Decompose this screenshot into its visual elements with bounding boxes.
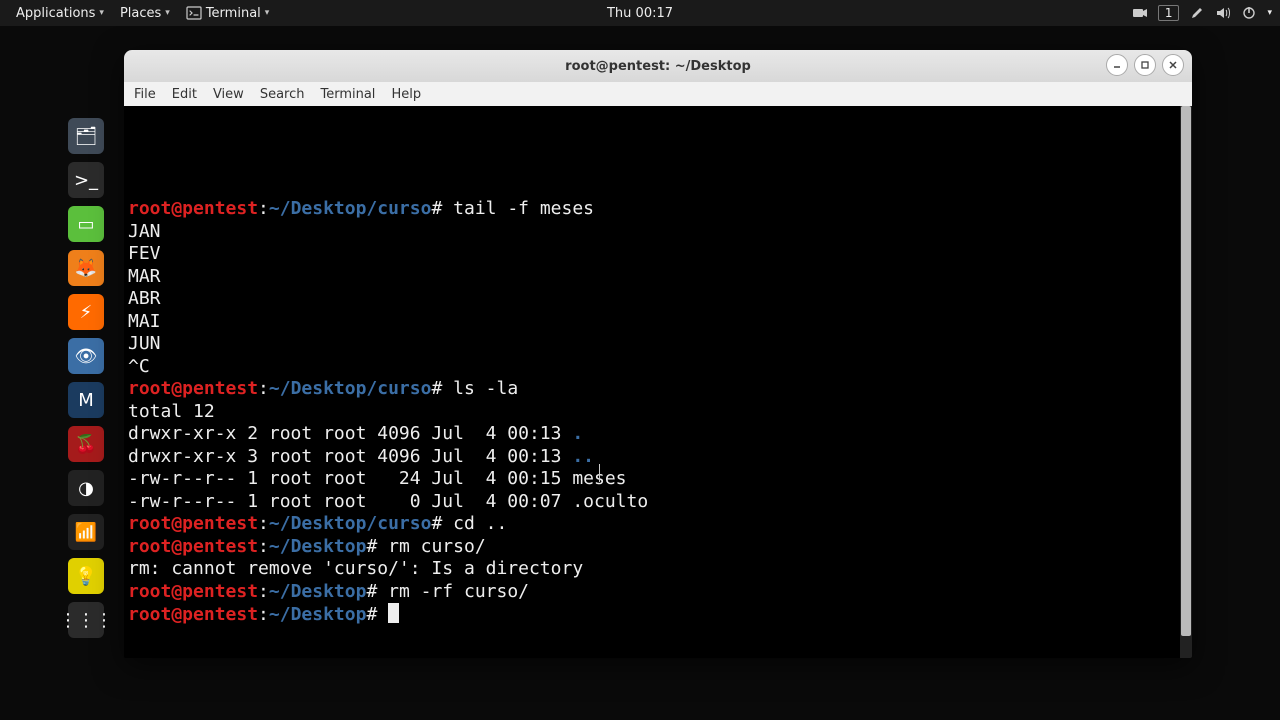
output-line: JAN xyxy=(128,221,1188,244)
chevron-down-icon[interactable]: ▾ xyxy=(1267,8,1272,18)
dock-item-burp[interactable]: ⚡ xyxy=(68,294,104,330)
chevron-down-icon: ▾ xyxy=(99,8,104,18)
window-titlebar[interactable]: root@pentest: ~/Desktop xyxy=(124,50,1192,82)
menu-terminal[interactable]: Terminal xyxy=(320,87,375,102)
dock-item-files[interactable]: 🗂 xyxy=(68,118,104,154)
output-line: total 12 xyxy=(128,401,1188,424)
terminal-app-label: Terminal xyxy=(206,6,261,21)
power-icon[interactable] xyxy=(1241,5,1257,21)
dock-item-colors[interactable]: ◑ xyxy=(68,470,104,506)
workspace-indicator[interactable]: 1 xyxy=(1158,5,1180,21)
output-line: MAR xyxy=(128,266,1188,289)
applications-menu[interactable]: Applications ▾ xyxy=(8,6,112,21)
scrollbar-thumb[interactable] xyxy=(1181,106,1191,636)
prompt-line: root@pentest:~/Desktop/curso# ls -la xyxy=(128,378,1188,401)
volume-icon[interactable] xyxy=(1215,5,1231,21)
prompt-line: root@pentest:~/Desktop/curso# tail -f me… xyxy=(128,198,1188,221)
output-line: drwxr-xr-x 2 root root 4096 Jul 4 00:13 … xyxy=(128,423,1188,446)
chevron-down-icon: ▾ xyxy=(265,8,270,18)
cursor-block xyxy=(388,603,399,623)
scrollbar[interactable] xyxy=(1180,106,1192,658)
prompt-line: root@pentest:~/Desktop/curso# cd .. xyxy=(128,513,1188,536)
dock-item-firefox[interactable]: 🦊 xyxy=(68,250,104,286)
places-label: Places xyxy=(120,6,161,21)
dock-item-bulb[interactable]: 💡 xyxy=(68,558,104,594)
top-bar: Applications ▾ Places ▾ Terminal ▾ Thu 0… xyxy=(0,0,1280,26)
output-line: JUN xyxy=(128,333,1188,356)
dock-item-metasploit[interactable]: M xyxy=(68,382,104,418)
dock: 🗂 >_ ▭ 🦊 ⚡ 👁 M 🍒 ◑ 📶 💡 ⋮⋮⋮ xyxy=(68,118,108,638)
output-line: ABR xyxy=(128,288,1188,311)
dock-item-terminal[interactable]: >_ xyxy=(68,162,104,198)
menu-edit[interactable]: Edit xyxy=(172,87,197,102)
window-controls xyxy=(1106,54,1184,76)
output-line: -rw-r--r-- 1 root root 0 Jul 4 00:07 .oc… xyxy=(128,491,1188,514)
places-menu[interactable]: Places ▾ xyxy=(112,6,178,21)
dock-item-eye[interactable]: 👁 xyxy=(68,338,104,374)
dock-item-wifi[interactable]: 📶 xyxy=(68,514,104,550)
close-button[interactable] xyxy=(1162,54,1184,76)
menu-search[interactable]: Search xyxy=(260,87,305,102)
dock-item-text-editor[interactable]: ▭ xyxy=(68,206,104,242)
record-icon[interactable] xyxy=(1132,5,1148,21)
applications-label: Applications xyxy=(16,6,95,21)
text-cursor-icon xyxy=(599,464,600,482)
menu-view[interactable]: View xyxy=(213,87,244,102)
terminal-icon xyxy=(186,5,202,21)
dock-item-apps[interactable]: ⋮⋮⋮ xyxy=(68,602,104,638)
terminal-window: root@pentest: ~/Desktop File Edit View Sear… xyxy=(124,50,1192,658)
chevron-down-icon: ▾ xyxy=(165,8,170,18)
output-line: FEV xyxy=(128,243,1188,266)
maximize-button[interactable] xyxy=(1134,54,1156,76)
terminal-app-menu[interactable]: Terminal ▾ xyxy=(178,5,277,21)
menu-file[interactable]: File xyxy=(134,87,156,102)
minimize-button[interactable] xyxy=(1106,54,1128,76)
window-menubar: File Edit View Search Terminal Help xyxy=(124,82,1192,106)
prompt-line: root@pentest:~/Desktop# rm -rf curso/ xyxy=(128,581,1188,604)
output-line: MAI xyxy=(128,311,1188,334)
brush-icon[interactable] xyxy=(1189,5,1205,21)
prompt-line: root@pentest:~/Desktop# rm curso/ xyxy=(128,536,1188,559)
output-line: rm: cannot remove 'curso/': Is a directo… xyxy=(128,558,1188,581)
output-line: drwxr-xr-x 3 root root 4096 Jul 4 00:13 … xyxy=(128,446,1188,469)
clock[interactable]: Thu 00:17 xyxy=(607,6,673,21)
dock-item-cherry[interactable]: 🍒 xyxy=(68,426,104,462)
terminal-body[interactable]: root@pentest:~/Desktop/curso# tail -f me… xyxy=(124,106,1192,658)
menu-help[interactable]: Help xyxy=(391,87,421,102)
prompt-line: root@pentest:~/Desktop# xyxy=(128,603,1188,627)
window-title: root@pentest: ~/Desktop xyxy=(565,59,751,74)
topbar-right: 1 ▾ xyxy=(1132,5,1272,21)
output-line: ^C xyxy=(128,356,1188,379)
output-line: -rw-r--r-- 1 root root 24 Jul 4 00:15 me… xyxy=(128,468,1188,491)
